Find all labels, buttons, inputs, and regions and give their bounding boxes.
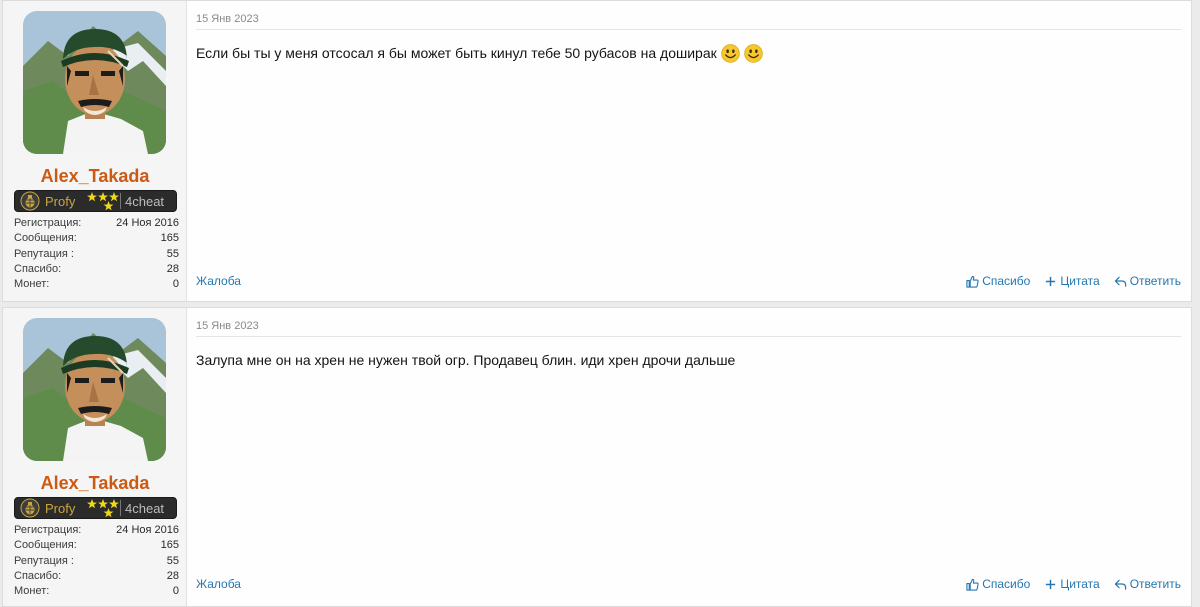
post-date-link[interactable]: 15 Янв 2023: [196, 320, 259, 332]
stat-value: 24 Ноя 2016: [116, 524, 179, 536]
report-link[interactable]: Жалоба: [196, 274, 241, 288]
stat-label: Монет:: [14, 585, 50, 598]
post-date-link[interactable]: 15 Янв 2023: [196, 13, 259, 25]
stat-value: 0: [172, 585, 179, 598]
post-text: Если бы ты у меня отсосал я бы может быт…: [196, 45, 717, 61]
username[interactable]: Alex_Takada: [12, 165, 178, 187]
stat-row: Репутация : 55: [12, 554, 179, 569]
post: Alex_Takada Profy 4cheat Регистрация: 24 …: [2, 307, 1192, 607]
username[interactable]: Alex_Takada: [12, 472, 178, 494]
stat-row: Регистрация: 24 Ноя 2016: [12, 216, 179, 231]
stat-value: 165: [160, 539, 179, 552]
report-link[interactable]: Жалоба: [196, 577, 241, 591]
user-stats: Регистрация: 24 Ноя 2016 Сообщения: 165 Ре…: [12, 216, 179, 292]
stat-label: Сообщения:: [14, 539, 77, 552]
stat-label: Репутация :: [14, 554, 74, 567]
post-main: 15 Янв 2023 Залупа мне он на хрен не нуж…: [187, 308, 1191, 606]
post-footer: Жалоба Спасибо Цитата Ответить: [196, 577, 1181, 591]
stat-value: 24 Ноя 2016: [116, 217, 179, 229]
rank-label: Profy: [45, 500, 76, 516]
thumbs-up-icon: [966, 578, 979, 591]
quote-button[interactable]: Цитата: [1044, 274, 1100, 288]
like-label: Спасибо: [982, 274, 1031, 288]
like-button[interactable]: Спасибо: [966, 577, 1030, 591]
reply-arrow-icon: [1114, 275, 1127, 288]
reply-button[interactable]: Ответить: [1114, 274, 1181, 288]
post-actions: Спасибо Цитата Ответить: [966, 274, 1181, 288]
stat-row: Репутация : 55: [12, 247, 179, 262]
stat-row: Сообщения: 165: [12, 231, 179, 246]
post-body: Если бы ты у меня отсосал я бы может быт…: [196, 42, 1181, 64]
user-banner: Profy 4cheat: [14, 497, 177, 519]
site-label: 4cheat: [125, 193, 165, 209]
stat-label: Спасибо:: [14, 569, 62, 582]
stat-value: 55: [166, 554, 179, 567]
like-label: Спасибо: [982, 577, 1031, 591]
stat-value: 55: [166, 247, 179, 260]
avatar[interactable]: [23, 11, 166, 154]
quote-button[interactable]: Цитата: [1044, 577, 1100, 591]
quote-label: Цитата: [1060, 577, 1100, 591]
plus-icon: [1044, 578, 1057, 591]
plus-icon: [1044, 275, 1057, 288]
avatar[interactable]: [23, 318, 166, 461]
grenade-icon: [20, 498, 40, 518]
stat-label: Монет:: [14, 278, 50, 291]
thread-posts: Alex_Takada Profy 4cheat Регистрация: 24 …: [0, 0, 1200, 607]
like-button[interactable]: Спасибо: [966, 274, 1030, 288]
post-body: Залупа мне он на хрен не нужен твой огр.…: [196, 349, 1181, 371]
post-date: 15 Янв 2023: [196, 1, 1181, 30]
post-main: 15 Янв 2023 Если бы ты у меня отсосал я …: [187, 1, 1191, 301]
stat-value: 28: [166, 569, 179, 582]
stat-row: Монет: 0: [12, 277, 179, 292]
user-info-panel: Alex_Takada Profy 4cheat Регистрация: 24 …: [3, 308, 187, 606]
stat-row: Регистрация: 24 Ноя 2016: [12, 523, 179, 538]
site-label: 4cheat: [125, 500, 165, 516]
stat-value: 165: [160, 232, 179, 245]
stat-label: Регистрация:: [14, 524, 82, 536]
reply-button[interactable]: Ответить: [1114, 577, 1181, 591]
reply-arrow-icon: [1114, 578, 1127, 591]
banner-divider: [120, 193, 121, 209]
stat-value: 28: [166, 262, 179, 275]
grenade-icon: [20, 191, 40, 211]
post-footer: Жалоба Спасибо Цитата Ответить: [196, 274, 1181, 288]
post-text: Залупа мне он на хрен не нужен твой огр.…: [196, 352, 736, 368]
stat-row: Сообщения: 165: [12, 538, 179, 553]
post-actions: Спасибо Цитата Ответить: [966, 577, 1181, 591]
stat-value: 0: [172, 278, 179, 291]
user-banner: Profy 4cheat: [14, 190, 177, 212]
stat-label: Репутация :: [14, 247, 74, 260]
user-info-panel: Alex_Takada Profy 4cheat Регистрация: 24 …: [3, 1, 187, 301]
rank-label: Profy: [45, 193, 76, 209]
stat-label: Сообщения:: [14, 232, 77, 245]
banner-divider: [120, 500, 121, 516]
rank-stars-icon: [87, 498, 119, 518]
stat-row: Монет: 0: [12, 584, 179, 599]
smile-emoji-icon: [721, 44, 740, 63]
quote-label: Цитата: [1060, 274, 1100, 288]
rank-stars-icon: [87, 191, 119, 211]
post: Alex_Takada Profy 4cheat Регистрация: 24 …: [2, 0, 1192, 302]
stat-row: Спасибо: 28: [12, 262, 179, 277]
smile-emoji-icon: [744, 44, 763, 63]
user-stats: Регистрация: 24 Ноя 2016 Сообщения: 165 Ре…: [12, 523, 179, 599]
reply-label: Ответить: [1129, 274, 1181, 288]
stat-label: Регистрация:: [14, 217, 82, 229]
stat-label: Спасибо:: [14, 262, 62, 275]
stat-row: Спасибо: 28: [12, 569, 179, 584]
reply-label: Ответить: [1129, 577, 1181, 591]
thumbs-up-icon: [966, 275, 979, 288]
post-date: 15 Янв 2023: [196, 308, 1181, 337]
